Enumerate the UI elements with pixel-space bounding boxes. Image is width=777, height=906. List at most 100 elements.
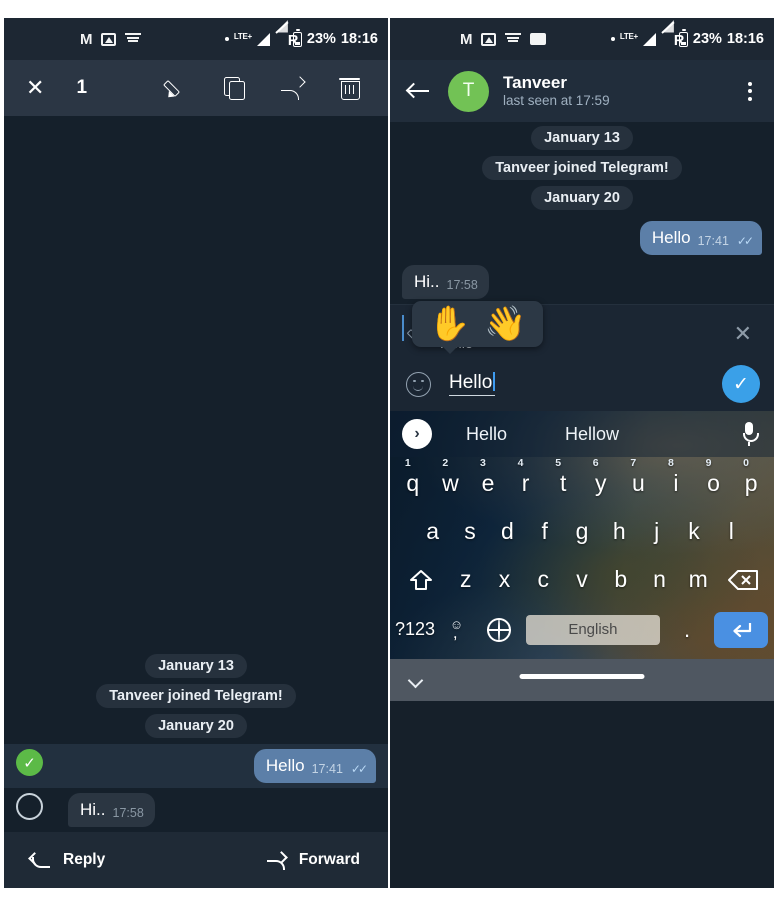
read-ticks-icon: ✓✓ (350, 762, 368, 776)
key-f[interactable]: f (526, 518, 563, 545)
reply-arrow-icon (30, 852, 50, 868)
key-b[interactable]: b (601, 566, 640, 593)
message-row[interactable]: ✓ Hello 17:41 ✓✓ (4, 744, 388, 788)
selected-count-label: 1 (76, 77, 88, 98)
key-label: e (481, 469, 495, 496)
key-x[interactable]: x (485, 566, 524, 593)
key-a[interactable]: a (414, 518, 451, 545)
space-key[interactable]: English (525, 614, 661, 645)
emoji-suggestion-waving-hand[interactable]: 👋 (484, 307, 526, 341)
key-num: 9 (705, 456, 712, 469)
enter-icon[interactable] (713, 611, 768, 648)
suggestion-2[interactable]: Hellow (565, 424, 619, 445)
period-key[interactable]: . (666, 617, 708, 643)
message-input-row: Hello ✓ (390, 357, 774, 411)
reply-button[interactable]: Reply (30, 851, 105, 869)
key-num: 0 (743, 456, 750, 469)
key-w[interactable]: 2w (432, 457, 470, 497)
key-label: r (521, 469, 530, 496)
key-h[interactable]: h (601, 518, 638, 545)
message-row[interactable]: Hi.. 17:58 (4, 788, 388, 832)
forward-button[interactable]: Forward (266, 851, 360, 870)
comma-key[interactable]: ☺ , (436, 617, 478, 643)
key-n[interactable]: n (640, 566, 679, 593)
key-e[interactable]: 3e (469, 457, 507, 497)
key-z[interactable]: z (446, 566, 485, 593)
photo-app-icon (100, 32, 116, 46)
key-g[interactable]: g (563, 518, 600, 545)
close-edit-button[interactable]: ✕ (734, 323, 752, 345)
avatar[interactable]: T (448, 70, 489, 112)
message-time: 17:41 (311, 762, 343, 776)
language-key[interactable] (478, 617, 520, 642)
key-m[interactable]: m (679, 566, 718, 593)
message-bubble-outgoing[interactable]: Hello 17:41 ✓✓ (253, 749, 376, 783)
network-type-label: LTE+ (233, 31, 252, 41)
right-chat-area: January 13 Tanveer joined Telegram! Janu… (390, 122, 774, 304)
key-l[interactable]: l (713, 518, 750, 545)
contact-info[interactable]: Tanveer last seen at 17:59 (503, 72, 610, 110)
key-t[interactable]: 5t (544, 457, 582, 497)
key-v[interactable]: v (563, 566, 602, 593)
joined-badge: Tanveer joined Telegram! (96, 684, 296, 708)
key-j[interactable]: j (638, 518, 675, 545)
edit-pencil-icon[interactable] (164, 76, 188, 100)
backspace-icon[interactable] (718, 569, 768, 591)
key-u[interactable]: 7u (620, 457, 658, 497)
right-phone-panel: M LTE+ R 23% 18:16 T Tanveer last seen a… (390, 18, 774, 888)
back-arrow-icon[interactable] (408, 82, 430, 100)
delete-icon[interactable] (338, 76, 362, 100)
key-s[interactable]: s (451, 518, 488, 545)
expand-suggestions-icon[interactable]: › (402, 419, 432, 449)
home-indicator[interactable] (519, 674, 645, 679)
message-bubble-incoming[interactable]: Hi.. 17:58 (402, 265, 489, 299)
symbols-key[interactable]: ?123 (394, 619, 436, 640)
key-o[interactable]: 9o (695, 457, 733, 497)
reply-forward-bar: Reply Forward (4, 832, 388, 888)
message-bubble-incoming[interactable]: Hi.. 17:58 (68, 793, 155, 827)
date-badge: January 13 (531, 126, 633, 150)
date-badge: January 20 (145, 714, 247, 738)
key-k[interactable]: k (675, 518, 712, 545)
globe-icon (486, 617, 511, 642)
selection-circle-icon[interactable] (16, 793, 43, 820)
message-input[interactable]: Hello (449, 372, 496, 396)
message-row[interactable]: Hi.. 17:58 (390, 260, 774, 304)
selection-checkmark-icon[interactable]: ✓ (16, 749, 43, 776)
emoji-suggestion-popup[interactable]: ✋ 👋 (412, 301, 543, 354)
close-selection-button[interactable]: ✕ (26, 77, 44, 99)
message-bubble-outgoing[interactable]: Hello 17:41 ✓✓ (639, 221, 762, 255)
receipt-icon (504, 33, 521, 45)
status-bar-right: M LTE+ R 23% 18:16 (390, 18, 774, 60)
key-r[interactable]: 4r (507, 457, 545, 497)
chevron-down-icon[interactable] (410, 675, 424, 683)
symbols-label: ?123 (394, 619, 435, 640)
key-num: 3 (480, 456, 486, 469)
key-num: 7 (630, 456, 637, 469)
key-q[interactable]: 1q (394, 457, 432, 497)
message-input-value: Hello (449, 372, 493, 393)
key-p[interactable]: 0p (732, 457, 770, 497)
message-time: 17:58 (112, 806, 144, 820)
status-bar-left: M LTE+ R 23% 18:16 (4, 18, 388, 60)
signal-icon (642, 32, 656, 46)
smiley-icon[interactable] (406, 371, 431, 397)
suggestion-1[interactable]: Hello (466, 424, 507, 445)
copy-icon[interactable] (222, 76, 246, 100)
clock-label: 18:16 (726, 31, 764, 47)
mic-icon[interactable] (742, 422, 759, 446)
shift-icon[interactable] (396, 569, 446, 591)
left-phone-panel: M LTE+ R 23% 18:16 ✕ 1 January 13 Tanvee… (4, 18, 388, 888)
overflow-menu-icon[interactable] (748, 81, 752, 101)
key-i[interactable]: 8i (657, 457, 695, 497)
service-message-row: Tanveer joined Telegram! (390, 156, 774, 180)
message-time: 17:41 (697, 234, 729, 248)
emoji-suggestion-raised-hand[interactable]: ✋ (428, 307, 470, 341)
key-c[interactable]: c (524, 566, 563, 593)
message-row[interactable]: Hello 17:41 ✓✓ (390, 216, 774, 260)
key-d[interactable]: d (489, 518, 526, 545)
key-y[interactable]: 6y (582, 457, 620, 497)
forward-icon[interactable] (280, 76, 304, 100)
confirm-edit-button[interactable]: ✓ (722, 365, 760, 403)
suggestion-bar: › Hello Hellow (390, 411, 774, 457)
